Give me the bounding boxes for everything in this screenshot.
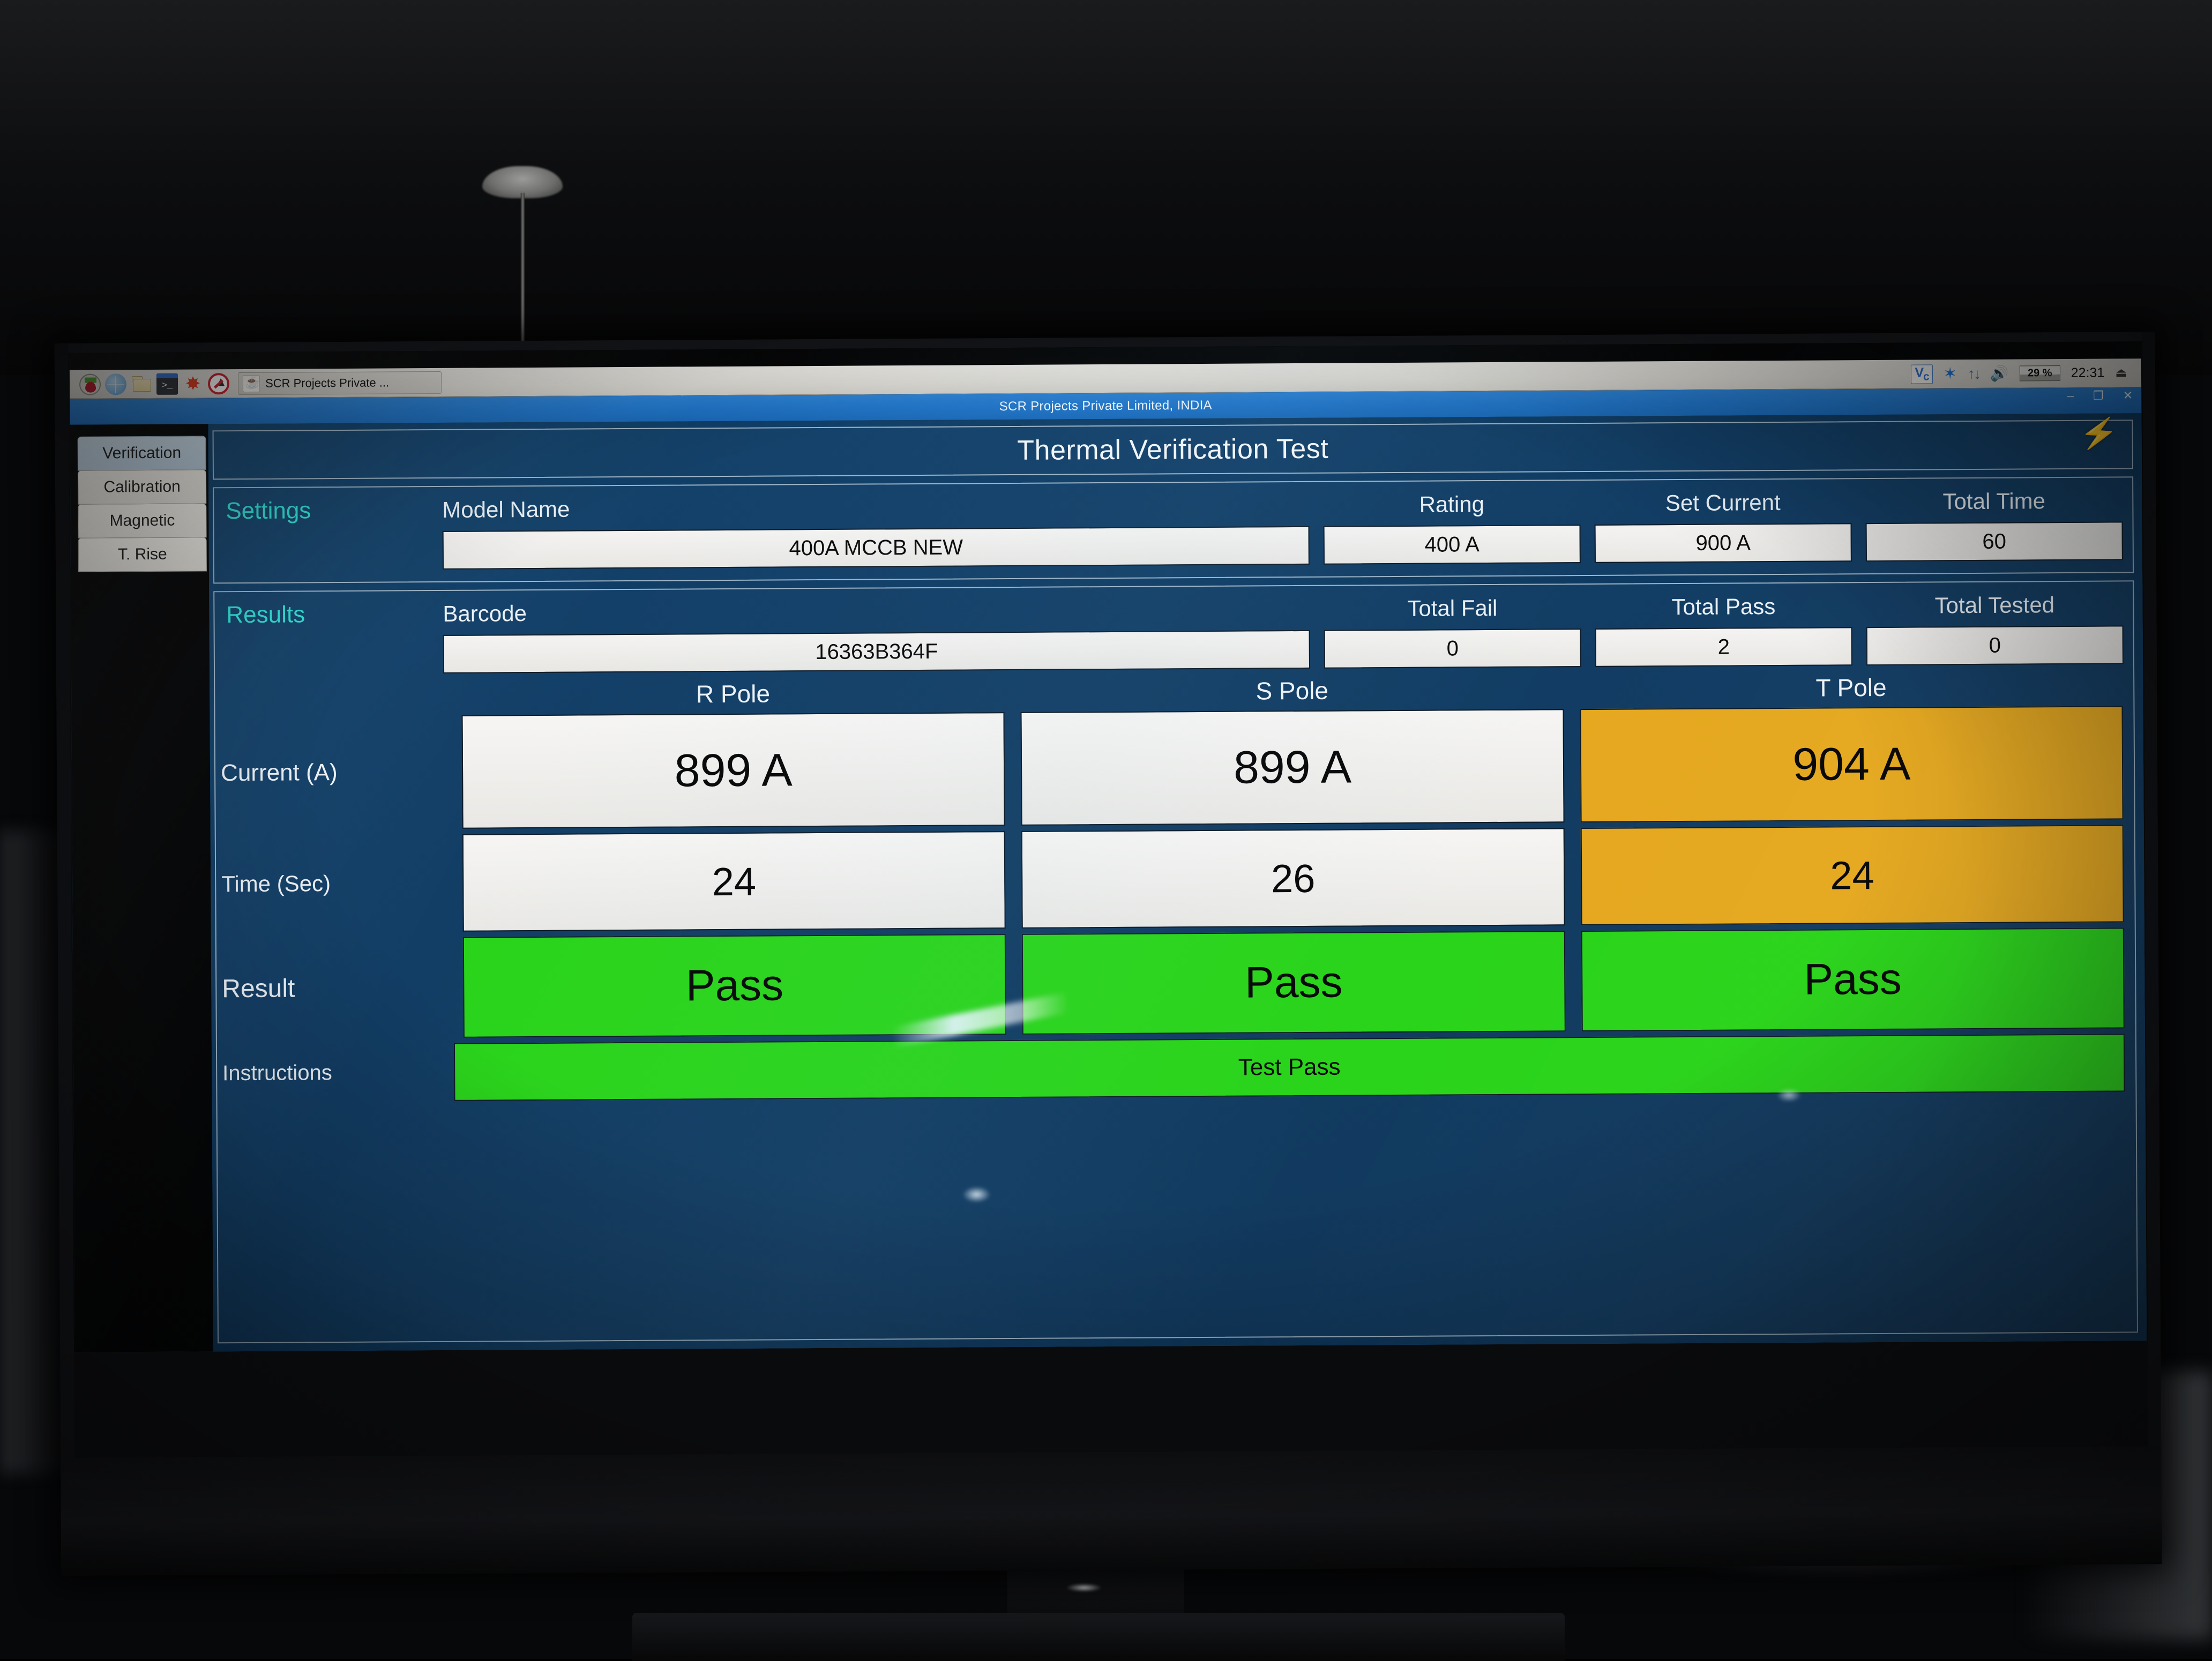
total-fail-header: Total Fail <box>1324 595 1581 622</box>
volume-icon[interactable]: 🔊 <box>1990 365 2009 383</box>
current-s-pole-cell: 899 A <box>1021 709 1564 826</box>
instructions-status-bar: Test Pass <box>454 1034 2125 1101</box>
screen: >_ SCR Projects Private ... Vc ✶ ↑↓ 🔊 29… <box>69 341 2148 1352</box>
current-t-pole-cell: 904 A <box>1580 706 2123 822</box>
settings-row-spacer <box>214 550 429 551</box>
sidebar-item-label: T. Rise <box>118 545 167 564</box>
model-name-field[interactable]: 400A MCCB NEW <box>443 526 1310 570</box>
pole-header-spacer <box>215 695 445 697</box>
taskbar-window-button[interactable]: SCR Projects Private ... <box>238 371 442 394</box>
sidebar-item-t-rise[interactable]: T. Rise <box>78 537 207 572</box>
web-browser-icon[interactable] <box>105 373 126 395</box>
raspberry-pi-menu-icon[interactable] <box>79 373 101 395</box>
current-row: Current (A) 899 A 899 A 904 A <box>215 706 2124 830</box>
photograph-backdrop: >_ SCR Projects Private ... Vc ✶ ↑↓ 🔊 29… <box>0 0 2212 1659</box>
rating-header: Rating <box>1323 491 1580 518</box>
network-icon[interactable]: ↑↓ <box>1968 365 1979 382</box>
taskbar-launchers: >_ <box>70 373 229 395</box>
sidebar-item-verification[interactable]: Verification <box>78 436 206 470</box>
current-r-pole-cell: 899 A <box>461 712 1005 829</box>
room-ceiling <box>0 0 2212 375</box>
sidebar-item-label: Magnetic <box>109 512 175 530</box>
set-current-header: Set Current <box>1594 489 1851 517</box>
current-row-label: Current (A) <box>215 759 446 787</box>
r-pole-header: R Pole <box>461 678 1005 710</box>
result-row: Result Pass Pass Pass <box>216 927 2125 1039</box>
model-name-header: Model Name <box>442 492 1309 523</box>
barcode-field[interactable]: 16363B364F <box>443 630 1310 674</box>
t-pole-header: T Pole <box>1580 671 2123 704</box>
sidebar-item-calibration[interactable]: Calibration <box>78 469 206 504</box>
page-title-group: Thermal Verification Test <box>213 420 2133 480</box>
java-app-icon <box>243 375 260 392</box>
result-r-pole-cell: Pass <box>463 934 1006 1038</box>
sidebar-item-label: Calibration <box>103 478 181 497</box>
total-time-field[interactable]: 60 <box>1866 521 2123 562</box>
page-title: Thermal Verification Test <box>1017 433 1328 467</box>
main-content: Thermal Verification Test Settings Model… <box>208 413 2147 1352</box>
mathematica-icon[interactable] <box>182 373 204 394</box>
total-tested-field: 0 <box>1866 625 2124 665</box>
total-fail-field: 0 <box>1324 629 1581 669</box>
total-pass-field: 2 <box>1595 627 1852 667</box>
time-t-pole-cell: 24 <box>1580 825 2124 925</box>
ceiling-rod <box>521 193 525 354</box>
minimize-button[interactable]: – <box>2067 389 2074 403</box>
barcode-header: Barcode <box>443 596 1310 627</box>
taskbar-spacer <box>442 374 1911 382</box>
file-manager-icon[interactable] <box>131 373 152 394</box>
result-row-label: Result <box>216 972 447 1003</box>
total-pass-header: Total Pass <box>1595 593 1852 620</box>
result-t-pole-cell: Pass <box>1581 927 2124 1031</box>
s-pole-header: S Pole <box>1020 675 1564 707</box>
undervoltage-lightning-icon: ⚡ <box>2078 414 2119 453</box>
time-row: Time (Sec) 24 26 24 <box>216 825 2124 933</box>
monitor-power-led <box>1066 1583 1102 1592</box>
clock[interactable]: 22:31 <box>2071 365 2105 381</box>
pole-header-row: R Pole S Pole T Pole <box>215 671 2123 711</box>
time-row-label: Time (Sec) <box>216 870 446 897</box>
total-tested-header: Total Tested <box>1866 592 2123 619</box>
total-time-header: Total Time <box>1865 488 2123 515</box>
pole-results-matrix: R Pole S Pole T Pole Current (A) 899 A 8… <box>215 664 2127 1330</box>
terminal-icon[interactable]: >_ <box>156 373 178 394</box>
vnc-icon[interactable]: Vc <box>1911 364 1932 384</box>
close-button[interactable]: ✕ <box>2123 388 2133 402</box>
time-s-pole-cell: 26 <box>1021 828 1565 929</box>
wolfram-icon[interactable] <box>208 373 229 394</box>
settings-header-row: Settings Model Name Rating Set Current T… <box>214 487 2123 525</box>
application-window: SCR Projects Private Limited, INDIA – ❐ … <box>70 387 2147 1352</box>
cpu-usage-monitor[interactable]: 29 % <box>2020 365 2060 381</box>
application-body: Verification Calibration Magnetic T. Ris… <box>70 413 2147 1352</box>
system-tray: Vc ✶ ↑↓ 🔊 29 % 22:31 ⏏ <box>1911 363 2141 384</box>
instructions-row-label: Instructions <box>217 1060 447 1085</box>
results-section-label: Results <box>214 601 429 629</box>
maximize-button[interactable]: ❐ <box>2093 389 2104 403</box>
monitor: >_ SCR Projects Private ... Vc ✶ ↑↓ 🔊 29… <box>55 332 2162 1576</box>
result-s-pole-cell: Pass <box>1022 931 1565 1035</box>
sidebar-tabs: Verification Calibration Magnetic T. Ris… <box>70 424 213 1352</box>
taskbar-window-label: SCR Projects Private ... <box>265 376 389 390</box>
results-row-spacer <box>215 654 429 655</box>
results-header-row: Results Barcode Total Fail Total Pass To… <box>214 591 2123 629</box>
window-title: SCR Projects Private Limited, INDIA <box>999 398 1212 414</box>
sidebar-item-label: Verification <box>102 444 181 463</box>
rating-field[interactable]: 400 A <box>1324 525 1581 565</box>
set-current-field[interactable]: 900 A <box>1595 523 1852 563</box>
window-controls: – ❐ ✕ <box>2067 388 2133 403</box>
settings-group: Settings Model Name Rating Set Current T… <box>213 476 2134 583</box>
monitor-stand-base <box>632 1613 1565 1661</box>
settings-section-label: Settings <box>214 497 428 525</box>
terminal-prompt-glyph: >_ <box>162 381 173 391</box>
bezel-bottom <box>61 1446 2162 1576</box>
results-group: Results Barcode Total Fail Total Pass To… <box>213 580 2138 1343</box>
sidebar-item-magnetic[interactable]: Magnetic <box>78 503 206 538</box>
bluetooth-icon[interactable]: ✶ <box>1944 364 1957 383</box>
eject-icon[interactable]: ⏏ <box>2115 365 2127 380</box>
time-r-pole-cell: 24 <box>462 831 1006 932</box>
instructions-row: Instructions Test Pass <box>217 1034 2125 1102</box>
settings-value-row: 400A MCCB NEW 400 A 900 A 60 <box>214 521 2123 571</box>
